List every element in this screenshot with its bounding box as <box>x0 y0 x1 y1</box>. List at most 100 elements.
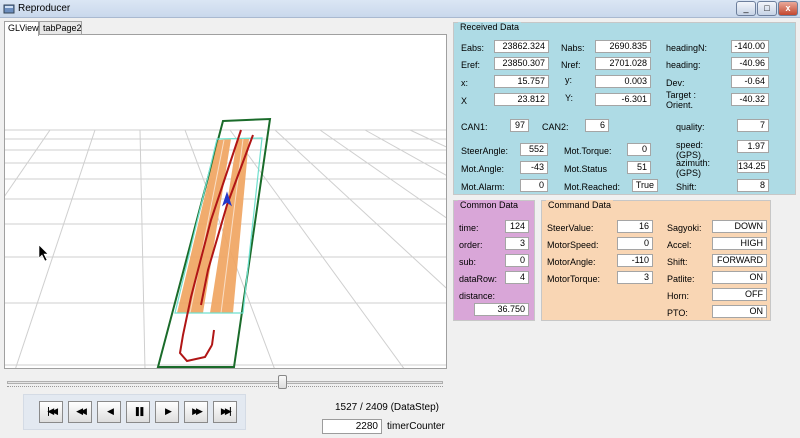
maximize-button[interactable]: □ <box>757 1 777 16</box>
azimuth-gps-value: 134.25 <box>737 160 769 173</box>
order-label: order: <box>459 240 483 250</box>
time-value: 124 <box>505 220 529 233</box>
can2-value: 6 <box>585 119 609 132</box>
command-data-panel: Command Data SteerValue: 16 Sagyoki: DOW… <box>541 200 771 321</box>
y-label: y: <box>565 75 573 85</box>
eref-value: 23850.307 <box>494 57 549 70</box>
shift-label: Shift: <box>676 182 697 192</box>
big-x-label: X <box>461 96 468 106</box>
app-icon <box>3 4 15 14</box>
motorangle-label: MotorAngle: <box>547 257 596 267</box>
mot-status-value: 51 <box>627 161 651 174</box>
order-value: 3 <box>505 237 529 250</box>
step-back-button[interactable]: ◀ <box>97 401 121 423</box>
playback-slider[interactable] <box>7 374 443 390</box>
heading-value: -40.96 <box>731 57 769 70</box>
big-x-value: 23.812 <box>494 93 549 106</box>
dev-value: -0.64 <box>731 75 769 88</box>
mot-alarm-value: 0 <box>520 179 548 192</box>
skip-to-end-button[interactable]: ▶▶| <box>213 401 237 423</box>
close-button[interactable]: x <box>778 1 798 16</box>
sub-label: sub: <box>459 257 477 267</box>
pto-value: ON <box>712 305 767 318</box>
eref-label: Eref: <box>461 60 481 70</box>
datarow-value: 4 <box>505 271 529 284</box>
sub-value: 0 <box>505 254 529 267</box>
nabs-label: Nabs: <box>561 43 585 53</box>
quality-label: quality: <box>676 122 705 132</box>
mot-reached-label: Mot.Reached: <box>564 182 621 192</box>
horn-label: Horn: <box>667 291 690 301</box>
tab-tabpage2[interactable]: tabPage2 <box>39 21 82 35</box>
motorspeed-label: MotorSpeed: <box>547 240 599 250</box>
horn-value: OFF <box>712 288 767 301</box>
can2-label: CAN2: <box>542 122 569 132</box>
mot-angle-label: Mot.Angle: <box>461 164 505 174</box>
step-forward-button[interactable]: ▶ <box>155 401 179 423</box>
mot-status-label: Mot.Status <box>564 164 608 174</box>
window-title: Reproducer <box>18 3 71 14</box>
time-label: time: <box>459 223 479 233</box>
headingn-value: -140.00 <box>731 40 769 53</box>
mot-alarm-label: Mot.Alarm: <box>461 182 505 192</box>
pause-button[interactable]: ❚❚ <box>126 401 150 423</box>
mot-torque-label: Mot.Torque: <box>564 146 612 156</box>
nref-value: 2701.028 <box>595 57 651 70</box>
fast-forward-button[interactable]: ▶▶ <box>184 401 208 423</box>
steerangle-label: SteerAngle: <box>461 146 509 156</box>
patlite-label: Patlite: <box>667 274 695 284</box>
received-data-title: Received Data <box>458 22 522 32</box>
headingn-label: headingN: <box>666 43 708 53</box>
can1-value: 97 <box>510 119 529 132</box>
timer-counter-value: 2280 <box>322 419 382 434</box>
fast-rewind-button[interactable]: ◀◀ <box>68 401 92 423</box>
big-y-value: -6.301 <box>595 93 651 106</box>
x-value: 15.757 <box>494 75 549 88</box>
big-y-label: Y: <box>565 93 574 103</box>
motortorque-label: MotorTorque: <box>547 274 601 284</box>
common-data-title: Common Data <box>458 200 521 210</box>
speed-gps-label: speed: (GPS) <box>676 140 704 160</box>
eabs-value: 23862.324 <box>494 40 549 53</box>
received-data-panel: Received Data Eabs: 23862.324 Nabs: 2690… <box>453 22 796 195</box>
tab-glview[interactable]: GLView <box>4 21 39 36</box>
datarow-label: dataRow: <box>459 274 498 284</box>
slider-track[interactable] <box>7 381 443 384</box>
skip-to-start-button[interactable]: |◀◀ <box>39 401 63 423</box>
azimuth-gps-label: azimuth: (GPS) <box>676 158 711 178</box>
minimize-button[interactable]: _ <box>736 1 756 16</box>
mouse-cursor <box>38 244 49 262</box>
work-strips <box>177 138 249 314</box>
motorspeed-value: 0 <box>617 237 653 250</box>
command-data-title: Command Data <box>546 200 614 210</box>
steerangle-value: 552 <box>520 143 548 156</box>
transport-controls: |◀◀ ◀◀ ◀ ❚❚ ▶ ▶▶ ▶▶| <box>23 394 246 430</box>
scene-3d[interactable] <box>5 35 447 369</box>
mot-torque-value: 0 <box>627 143 651 156</box>
cmd-shift-label: Shift: <box>667 257 688 267</box>
nabs-value: 2690.835 <box>595 40 651 53</box>
gl-view-canvas[interactable] <box>4 34 447 369</box>
speed-gps-value: 1.97 <box>737 140 769 153</box>
distance-label: distance: <box>459 291 496 301</box>
mot-reached-value: True <box>632 179 658 192</box>
pto-label: PTO: <box>667 308 688 318</box>
target-orient-label: Target : Orient. <box>666 90 697 110</box>
datastep-readout: 1527 / 2409 (DataStep) <box>335 402 439 413</box>
motortorque-value: 3 <box>617 271 653 284</box>
y-value: 0.003 <box>595 75 651 88</box>
can1-label: CAN1: <box>461 122 488 132</box>
sagyoki-label: Sagyoki: <box>667 223 702 233</box>
mot-angle-value: -43 <box>520 161 548 174</box>
eabs-label: Eabs: <box>461 43 485 53</box>
title-bar: Reproducer _ □ x <box>0 0 800 18</box>
patlite-value: ON <box>712 271 767 284</box>
dev-label: Dev: <box>666 78 685 88</box>
accel-value: HIGH <box>712 237 767 250</box>
target-orient-value: -40.32 <box>731 93 769 106</box>
slider-thumb[interactable] <box>278 375 287 389</box>
sagyoki-value: DOWN <box>712 220 767 233</box>
heading-label: heading: <box>666 60 701 70</box>
cmd-shift-value: FORWARD <box>712 254 767 267</box>
nref-label: Nref: <box>561 60 581 70</box>
